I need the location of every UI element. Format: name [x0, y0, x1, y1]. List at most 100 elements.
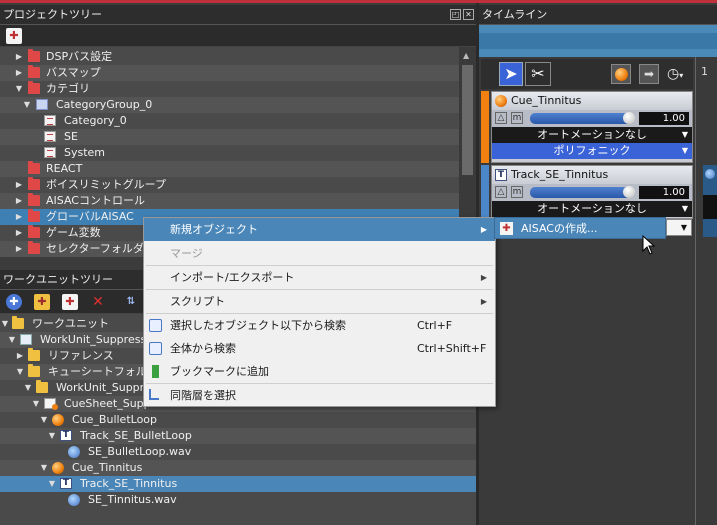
tree-item-label: SE: [64, 130, 78, 143]
menu-item-search-all[interactable]: 全体から検索 Ctrl+Shift+F: [144, 337, 495, 360]
tree-item-label: リファレンス: [48, 349, 114, 362]
tree-item-se[interactable]: SE: [0, 129, 459, 145]
submenu-item-label: AISACの作成...: [521, 222, 598, 235]
cue-volume-value[interactable]: 1.00: [639, 112, 689, 125]
menu-item-script[interactable]: スクリプト ▶: [144, 290, 495, 313]
expand-arrow-icon[interactable]: ▶: [14, 177, 24, 193]
tree-item-cue-bulletloop[interactable]: ▼ Cue_BulletLoop: [0, 412, 476, 428]
cue-block[interactable]: Cue_Tinnitus △ m 1.00 オートメーションなし ▼ ポリフォニ…: [491, 91, 693, 163]
tree-item-track-tinnitus[interactable]: ▼ T Track_SE_Tinnitus: [0, 476, 476, 492]
collapse-arrow-icon[interactable]: ▼: [47, 476, 57, 492]
tree-item-voice-limit[interactable]: ▶ ボイスリミットグループ: [0, 177, 459, 193]
tree-item-label: ワークユニット: [32, 317, 109, 330]
slider-knob[interactable]: [623, 186, 635, 198]
collapse-arrow-icon[interactable]: ▼: [22, 97, 32, 113]
track-volume-slider[interactable]: [530, 186, 635, 198]
context-menu: 新規オブジェクト ▶ マージ インポート/エクスポート ▶ スクリプト ▶ 選択…: [143, 217, 496, 407]
tree-item-category[interactable]: ▼ カテゴリ: [0, 81, 459, 97]
collapse-arrow-icon[interactable]: ▼: [47, 428, 57, 444]
expand-arrow-icon[interactable]: ▶: [14, 193, 24, 209]
tree-item-track-bulletloop[interactable]: ▼ T Track_SE_BulletLoop: [0, 428, 476, 444]
collapse-arrow-icon[interactable]: ▼: [0, 316, 10, 332]
window-top-accent: [0, 0, 717, 3]
add-cue-icon[interactable]: ✚: [34, 294, 50, 310]
tree-item-bus-map[interactable]: ▶ バスマップ: [0, 65, 459, 81]
tree-item-aisac-control[interactable]: ▶ AISACコントロール: [0, 193, 459, 209]
expand-arrow-icon[interactable]: ▶: [15, 348, 25, 364]
tree-item-wave-tinnitus[interactable]: SE_Tinnitus.wav: [0, 492, 476, 508]
menu-item-label: マージ: [170, 247, 203, 260]
tree-item-cue-tinnitus[interactable]: ▼ Cue_Tinnitus: [0, 460, 476, 476]
expand-arrow-icon[interactable]: ▶: [14, 241, 24, 257]
mute-icon[interactable]: m: [511, 112, 523, 124]
folder-icon: [28, 81, 40, 94]
search-icon: [149, 319, 162, 332]
chevron-down-icon: ▼: [681, 130, 688, 139]
new-object-icon[interactable]: ✚: [62, 294, 78, 310]
cue-icon: [52, 462, 64, 474]
collapse-arrow-icon[interactable]: ▼: [23, 380, 33, 396]
project-tree-toolbar: ✚: [0, 25, 476, 47]
tree-item-dsp-bus[interactable]: ▶ DSPバス設定: [0, 49, 459, 65]
clock-dropdown-icon[interactable]: ◷▾: [667, 65, 691, 83]
play-cue-icon[interactable]: [611, 64, 631, 84]
new-aisac-icon: ✚: [500, 222, 513, 235]
select-tool-icon[interactable]: ➤: [499, 62, 523, 86]
add-workunit-icon[interactable]: ✚: [6, 294, 22, 310]
tree-item-react[interactable]: REACT: [0, 161, 459, 177]
tree-item-system[interactable]: System: [0, 145, 459, 161]
cue-volume-slider[interactable]: [530, 112, 635, 124]
collapse-arrow-icon[interactable]: ▼: [39, 460, 49, 476]
expand-arrow-icon[interactable]: ▶: [14, 65, 24, 81]
tree-item-category-0[interactable]: Category_0: [0, 113, 459, 129]
expand-arrow-icon[interactable]: ▶: [14, 225, 24, 241]
expand-arrow-icon[interactable]: ▶: [14, 209, 24, 225]
expand-arrow-icon[interactable]: ▶: [14, 49, 24, 65]
tree-item-wave-bulletloop[interactable]: SE_BulletLoop.wav: [0, 444, 476, 460]
collapse-arrow-icon[interactable]: ▼: [15, 364, 25, 380]
track-block[interactable]: T Track_SE_Tinnitus △ m 1.00 オートメーションなし …: [491, 165, 693, 219]
tree-item-label: System: [64, 146, 106, 159]
tree-item-label: SE_Tinnitus.wav: [88, 493, 177, 506]
submenu-create-aisac[interactable]: ✚ AISACの作成...: [494, 217, 666, 239]
waveform-clip[interactable]: [703, 165, 717, 237]
scroll-thumb[interactable]: [462, 65, 473, 175]
sort-icon[interactable]: ⇅: [123, 294, 139, 310]
cue-mode-dropdown[interactable]: ポリフォニック ▼: [492, 143, 692, 159]
new-object-icon[interactable]: ✚: [6, 28, 22, 44]
menu-item-bookmark[interactable]: ブックマークに追加: [144, 360, 495, 383]
track-automation-dropdown[interactable]: オートメーションなし ▼: [492, 201, 692, 217]
track-volume-value[interactable]: 1.00: [639, 186, 689, 199]
menu-item-import-export[interactable]: インポート/エクスポート ▶: [144, 266, 495, 289]
folder-icon: [28, 49, 40, 62]
menu-item-new-object[interactable]: 新規オブジェクト ▶: [144, 218, 495, 241]
dropdown-edge[interactable]: ▼: [666, 219, 692, 236]
float-icon[interactable]: ◰: [450, 9, 461, 20]
slider-knob[interactable]: [623, 112, 635, 124]
collapse-arrow-icon[interactable]: ▼: [14, 81, 24, 97]
tree-item-label: Track_SE_Tinnitus: [80, 477, 178, 490]
menu-item-search-below[interactable]: 選択したオブジェクト以下から検索 Ctrl+F: [144, 314, 495, 337]
menu-item-label: 新規オブジェクト: [170, 223, 258, 236]
dropdown-value: オートメーションなし: [537, 128, 647, 141]
cue-automation-dropdown[interactable]: オートメーションなし ▼: [492, 127, 692, 143]
collapse-arrow-icon[interactable]: ▼: [39, 412, 49, 428]
scroll-up-icon[interactable]: ▲: [463, 51, 469, 60]
delete-icon[interactable]: ✕: [90, 294, 106, 310]
menu-item-select-siblings[interactable]: 同階層を選択: [144, 384, 495, 407]
collapse-arrow-icon[interactable]: ▼: [31, 396, 41, 412]
scissors-icon[interactable]: ✂: [525, 62, 551, 86]
cuesheet-icon: [44, 398, 58, 410]
tree-item-label: REACT: [46, 162, 83, 175]
category-icon: [44, 131, 56, 142]
step-forward-icon[interactable]: ➡: [639, 64, 659, 84]
tree-item-category-group[interactable]: ▼ CategoryGroup_0: [0, 97, 459, 113]
collapse-arrow-icon[interactable]: ▼: [7, 332, 17, 348]
category-icon: [44, 147, 56, 158]
close-icon[interactable]: ✕: [463, 9, 474, 20]
automation-icon[interactable]: △: [495, 112, 507, 124]
automation-icon[interactable]: △: [495, 186, 507, 198]
tree-item-label: バスマップ: [46, 66, 101, 79]
project-tree-header: プロジェクトツリー ◰ ✕: [0, 5, 476, 25]
mute-icon[interactable]: m: [511, 186, 523, 198]
